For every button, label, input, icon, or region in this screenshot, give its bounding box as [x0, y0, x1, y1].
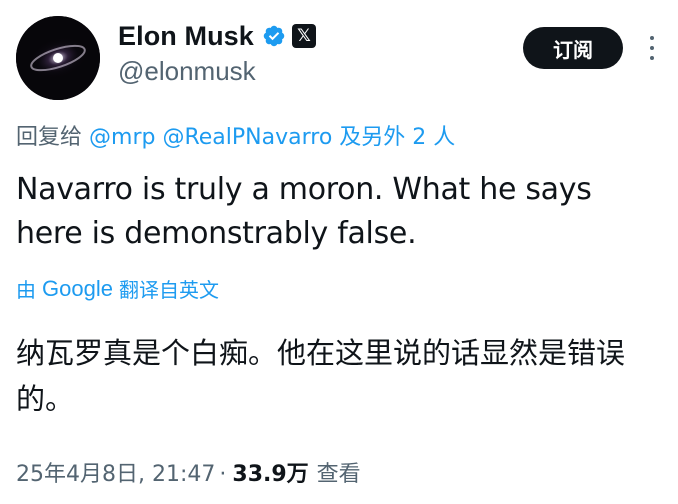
tweet-meta: 25年4月8日, 21:47 · 33.9万 查看: [16, 456, 361, 488]
more-dot: [650, 56, 654, 60]
translate-action-label[interactable]: 翻译自英文: [119, 274, 219, 303]
more-dot: [650, 36, 654, 40]
avatar-image: [16, 16, 100, 100]
tweet-card: Elon Musk 𝕏 @elonmusk 订阅 回复给 @mrp @RealP…: [0, 0, 678, 504]
reply-context: 回复给 @mrp @RealPNavarro 及另外 2 人: [16, 119, 455, 151]
translation-attribution[interactable]: 由 Google 翻译自英文: [16, 274, 219, 303]
subscribe-button[interactable]: 订阅: [523, 27, 623, 69]
google-logo: Google: [42, 275, 113, 301]
author-display-name[interactable]: Elon Musk: [118, 21, 254, 52]
x-logo-icon[interactable]: 𝕏: [291, 24, 316, 48]
translated-by-label: 由: [16, 278, 36, 302]
avatar[interactable]: [16, 16, 100, 100]
view-count: 33.9万: [232, 462, 309, 487]
timestamp-link[interactable]: 25年4月8日, 21:47: [16, 456, 215, 488]
reply-prefix: 回复给: [16, 125, 83, 150]
mention-link[interactable]: @RealPNavarro: [162, 125, 332, 150]
meta-separator: ·: [219, 462, 227, 487]
verified-badge-icon[interactable]: [262, 24, 286, 48]
more-vertical-icon[interactable]: [644, 30, 660, 66]
more-dot: [650, 46, 654, 50]
author-name-row: Elon Musk 𝕏: [118, 18, 316, 54]
author-handle[interactable]: @elonmusk: [118, 56, 256, 87]
views-label: 查看: [316, 462, 361, 487]
mention-link[interactable]: @mrp: [89, 125, 155, 150]
translated-text: 纳瓦罗真是个白痴。他在这里说的话显然是错误的。: [16, 336, 626, 416]
tweet-text: Navarro is truly a moron. What he says h…: [16, 172, 592, 251]
reply-others-link[interactable]: 及另外 2 人: [339, 125, 455, 150]
